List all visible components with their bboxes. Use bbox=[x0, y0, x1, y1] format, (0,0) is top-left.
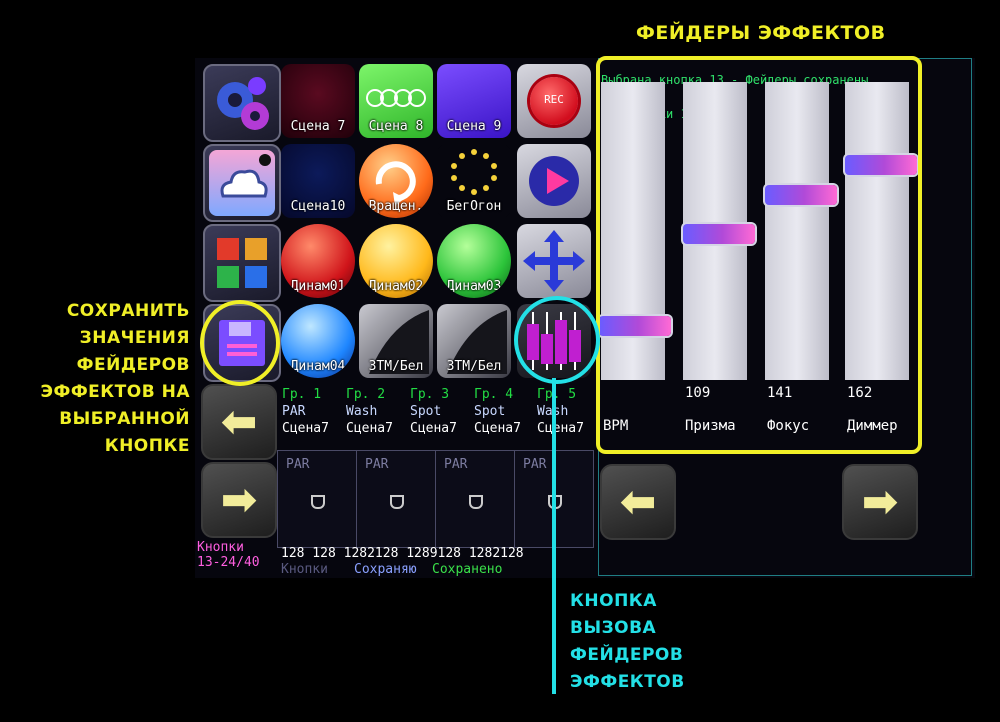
annotation-call-text: КНОПКА ВЫЗОВА ФЕЙДЕРОВ ЭФФЕКТОВ bbox=[570, 588, 685, 696]
fixture-preview-1-label: PAR bbox=[286, 457, 310, 472]
dynamic-01-label: Динам01 bbox=[290, 279, 346, 294]
scene-8-label: Сцена 8 bbox=[368, 119, 424, 134]
dynamic-04-label: Динам04 bbox=[290, 359, 346, 374]
group-1-number: Гр. 1 bbox=[282, 387, 322, 402]
annotation-save-circle bbox=[200, 300, 280, 386]
annotation-save-line-6: КНОПКЕ bbox=[104, 436, 190, 456]
dots-circle-icon bbox=[451, 149, 497, 195]
grid-button[interactable] bbox=[203, 224, 281, 302]
annotation-faders-frame bbox=[596, 56, 922, 454]
arrow-right-icon: ➡ bbox=[861, 476, 899, 528]
status-saved: Сохранено bbox=[432, 562, 503, 577]
group-2-scene: Сцена7 bbox=[346, 421, 393, 436]
group-5-type: Wash bbox=[537, 403, 601, 420]
fixture-icon bbox=[469, 495, 483, 509]
annotation-call-line-2: ВЫЗОВА bbox=[570, 618, 657, 638]
group-1-type: PAR bbox=[282, 404, 306, 419]
fade-to-black-label-2: ЗТМ/Бел bbox=[446, 359, 502, 374]
annotation-save-line-3: ФЕЙДЕРОВ bbox=[76, 355, 190, 375]
move-arrows-icon bbox=[523, 230, 585, 292]
scene-9-label: Сцена 9 bbox=[446, 119, 502, 134]
group-5-button[interactable]: Гр. 5 Wash Сцена7 bbox=[537, 386, 601, 450]
group-3-number: Гр. 3 bbox=[410, 387, 450, 402]
fixture-preview-3[interactable]: PAR bbox=[435, 450, 515, 548]
status-buttons: Кнопки bbox=[281, 562, 328, 577]
group-3-button[interactable]: Гр. 3 Spot Сцена7 bbox=[410, 386, 474, 450]
dynamic-02-label: Динам02 bbox=[368, 279, 424, 294]
scene-7-button[interactable]: Сцена 7 bbox=[281, 64, 355, 138]
group-3-type: Spot bbox=[410, 404, 442, 419]
annotation-save-line-5: ВЫБРАННОЙ bbox=[59, 409, 190, 429]
dynamic-03-label: Динам03 bbox=[446, 279, 502, 294]
annotation-save-line-4: ЭФФЕКТОВ НА bbox=[40, 382, 190, 402]
arrow-left-icon: ⬅ bbox=[220, 396, 258, 448]
arrow-right-icon: ➡ bbox=[220, 474, 258, 526]
group-2-button[interactable]: Гр. 2 Wash Сцена7 bbox=[346, 386, 410, 450]
annotation-call-line-3: ФЕЙДЕРОВ bbox=[570, 645, 684, 665]
status-saving: Сохраняю bbox=[354, 562, 417, 577]
move-button[interactable] bbox=[517, 224, 591, 298]
fixture-icon bbox=[390, 495, 404, 509]
grid-icon bbox=[217, 238, 267, 288]
channel-values: 128 128 1282128 1289128 1282128 bbox=[281, 546, 524, 561]
prev-page-button[interactable]: ⬅ bbox=[201, 384, 277, 460]
group-1-scene: Сцена7 bbox=[282, 421, 329, 436]
fixture-icon bbox=[311, 495, 325, 509]
settings-button[interactable] bbox=[203, 64, 281, 142]
rings-icon bbox=[366, 89, 426, 107]
group-4-type: Spot bbox=[474, 404, 506, 419]
chase-button[interactable]: БегОгон bbox=[437, 144, 511, 218]
group-2-type: Wash bbox=[346, 404, 378, 419]
faders-next-button[interactable]: ➡ bbox=[842, 464, 918, 540]
annotation-call-line bbox=[552, 378, 556, 694]
scene-7-label: Сцена 7 bbox=[290, 119, 346, 134]
faders-prev-button[interactable]: ⬅ bbox=[600, 464, 676, 540]
group-4-scene: Сцена7 bbox=[474, 421, 521, 436]
annotation-call-line-1: КНОПКА bbox=[570, 591, 657, 611]
dynamic-04-button[interactable]: Динам04 bbox=[281, 304, 355, 378]
dynamic-01-button[interactable]: Динам01 bbox=[281, 224, 355, 298]
scene-8-button[interactable]: Сцена 8 bbox=[359, 64, 433, 138]
fade-to-black-button-2[interactable]: ЗТМ/Бел bbox=[437, 304, 511, 378]
record-button[interactable]: REC bbox=[517, 64, 591, 138]
page-range: 13-24/40 bbox=[197, 555, 260, 570]
cloud-icon bbox=[209, 150, 275, 216]
group-2-number: Гр. 2 bbox=[346, 387, 386, 402]
scene-10-button[interactable]: Сцена10 bbox=[281, 144, 355, 218]
play-button[interactable] bbox=[517, 144, 591, 218]
fade-to-black-label-1: ЗТМ/Бел bbox=[368, 359, 424, 374]
scene-10-label: Сцена10 bbox=[290, 199, 346, 214]
next-page-button[interactable]: ➡ bbox=[201, 462, 277, 538]
fixture-preview-2[interactable]: PAR bbox=[356, 450, 436, 548]
fixture-preview-1[interactable]: PAR bbox=[277, 450, 357, 548]
group-5-number: Гр. 5 bbox=[537, 387, 577, 402]
fixture-preview-3-label: PAR bbox=[444, 457, 468, 472]
buttons-label: Кнопки bbox=[197, 540, 244, 555]
fixture-preview-4-label: PAR bbox=[523, 457, 547, 472]
annotation-save-line-2: ЗНАЧЕНИЯ bbox=[79, 328, 190, 348]
rotation-button[interactable]: Вращен. bbox=[359, 144, 433, 218]
annotation-call-line-4: ЭФФЕКТОВ bbox=[570, 672, 685, 692]
fixture-preview-2-label: PAR bbox=[365, 457, 389, 472]
fade-to-black-button-1[interactable]: ЗТМ/Бел bbox=[359, 304, 433, 378]
annotation-save-text: СОХРАНИТЬ ЗНАЧЕНИЯ ФЕЙДЕРОВ ЭФФЕКТОВ НА … bbox=[40, 298, 190, 460]
group-4-number: Гр. 4 bbox=[474, 387, 514, 402]
dynamic-02-button[interactable]: Динам02 bbox=[359, 224, 433, 298]
group-3-scene: Сцена7 bbox=[410, 421, 457, 436]
arrow-left-icon: ⬅ bbox=[619, 476, 657, 528]
annotation-faders-title: ФЕЙДЕРЫ ЭФФЕКТОВ bbox=[636, 22, 886, 44]
group-4-button[interactable]: Гр. 4 Spot Сцена7 bbox=[474, 386, 538, 450]
rotation-label: Вращен. bbox=[368, 199, 424, 214]
dynamic-03-button[interactable]: Динам03 bbox=[437, 224, 511, 298]
group-5-scene: Сцена7 bbox=[537, 421, 584, 436]
group-1-button[interactable]: Гр. 1 PAR Сцена7 bbox=[282, 386, 346, 450]
record-label: REC bbox=[544, 93, 564, 106]
gears-icon bbox=[217, 77, 269, 130]
cloud-button[interactable] bbox=[203, 144, 281, 222]
scene-9-button[interactable]: Сцена 9 bbox=[437, 64, 511, 138]
annotation-call-circle bbox=[514, 296, 600, 384]
chase-label: БегОгон bbox=[446, 199, 502, 214]
annotation-save-line-1: СОХРАНИТЬ bbox=[66, 301, 190, 321]
play-icon bbox=[529, 156, 579, 206]
